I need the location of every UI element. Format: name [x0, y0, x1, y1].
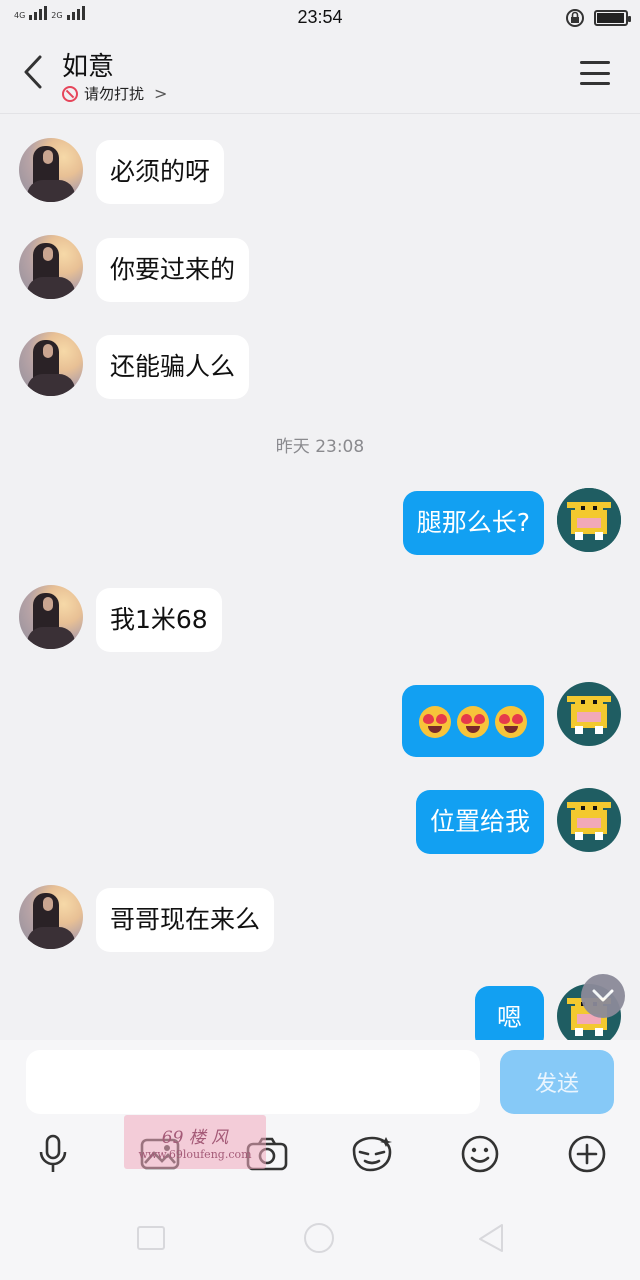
- status-label: 请勿打扰: [84, 85, 145, 103]
- menu-icon-line: [580, 82, 610, 85]
- system-navigation-bar: [0, 1195, 640, 1280]
- microphone-icon: [39, 1134, 67, 1172]
- message-bubble-incoming[interactable]: 必须的呀: [96, 140, 225, 204]
- composer-toolbar: [0, 1132, 640, 1176]
- home-button[interactable]: [302, 1223, 336, 1253]
- send-button[interactable]: 发送: [500, 1050, 614, 1114]
- voice-button[interactable]: [31, 1132, 75, 1176]
- message-bubble-incoming[interactable]: 哥哥现在来么: [96, 888, 275, 952]
- message-timestamp: 昨天 23:08: [275, 437, 365, 457]
- status-right: [564, 7, 631, 29]
- contact-avatar[interactable]: [19, 332, 83, 396]
- chevron-right-icon: >: [154, 84, 168, 103]
- contact-avatar[interactable]: [19, 885, 83, 949]
- message-bubble-outgoing[interactable]: 腿那么长?: [402, 491, 544, 555]
- menu-icon-line: [580, 71, 610, 75]
- rotation-lock-icon: [566, 9, 584, 27]
- chevron-down-icon: [592, 989, 614, 1002]
- message-bubble-outgoing[interactable]: 位置给我: [415, 790, 544, 854]
- plus-icon: [568, 1135, 606, 1173]
- network-type-2: 2G: [51, 11, 63, 20]
- signal-icon: [29, 6, 48, 20]
- back-button[interactable]: [18, 52, 48, 92]
- status-bar: 4G 2G 23:54: [0, 0, 640, 34]
- watermark-logo: 69 楼 风 www.69loufeng.com: [124, 1115, 266, 1169]
- clock: 23:54: [297, 6, 343, 27]
- contact-status[interactable]: 请勿打扰 >: [62, 83, 167, 104]
- signal-indicators: 4G 2G: [14, 6, 85, 20]
- message-bubble-outgoing[interactable]: [402, 685, 544, 757]
- menu-icon-line: [580, 61, 610, 64]
- message-bubble-outgoing[interactable]: 嗯: [474, 986, 544, 1040]
- message-input[interactable]: [26, 1050, 480, 1114]
- scroll-to-bottom-button[interactable]: [581, 974, 625, 1018]
- back-arrow-icon: [24, 55, 42, 89]
- do-not-disturb-icon: [62, 85, 78, 102]
- sticker-button[interactable]: [350, 1132, 394, 1176]
- emoji-icon: [461, 1135, 499, 1173]
- menu-button[interactable]: [580, 61, 610, 85]
- recents-button[interactable]: [134, 1223, 168, 1253]
- message-list[interactable]: 必须的呀 你要过来的 还能骗人么 昨天 23:08 腿那么长? 我1米68 位置…: [0, 115, 640, 1040]
- sticker-icon: [352, 1136, 392, 1172]
- back-nav-button[interactable]: [474, 1223, 508, 1253]
- battery-icon: [594, 10, 631, 26]
- contact-avatar[interactable]: [19, 235, 83, 299]
- contact-avatar[interactable]: [19, 585, 83, 649]
- watermark-text: 69 楼 风: [161, 1128, 229, 1148]
- my-avatar[interactable]: [557, 488, 621, 552]
- heart-eyes-emoji: [495, 706, 527, 738]
- network-type-1: 4G: [14, 11, 26, 20]
- message-bubble-incoming[interactable]: 你要过来的: [96, 238, 250, 302]
- more-button[interactable]: [565, 1132, 609, 1176]
- emoji-button[interactable]: [458, 1132, 502, 1176]
- heart-eyes-emoji: [457, 706, 489, 738]
- chat-header: 如意 请勿打扰 >: [0, 34, 640, 114]
- my-avatar[interactable]: [557, 682, 621, 746]
- triangle-back-icon: [479, 1224, 503, 1252]
- circle-icon: [304, 1223, 334, 1253]
- heart-eyes-emoji: [419, 706, 451, 738]
- square-icon: [137, 1226, 165, 1250]
- contact-name[interactable]: 如意: [62, 46, 114, 83]
- contact-avatar[interactable]: [19, 138, 83, 202]
- watermark-url: www.69loufeng.com: [138, 1148, 252, 1161]
- message-bubble-incoming[interactable]: 还能骗人么: [96, 335, 250, 399]
- signal-icon-2: [66, 6, 85, 20]
- message-bubble-incoming[interactable]: 我1米68: [96, 588, 222, 652]
- my-avatar[interactable]: [557, 788, 621, 852]
- composer: 发送: [0, 1040, 640, 1195]
